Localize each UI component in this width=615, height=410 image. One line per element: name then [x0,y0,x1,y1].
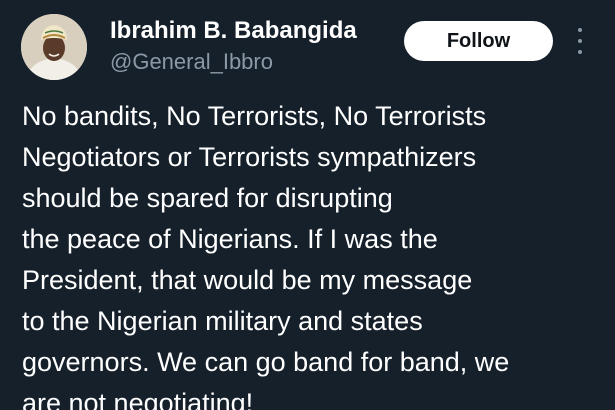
follow-button[interactable]: Follow [404,21,553,61]
avatar-image [21,14,87,80]
author-display-name[interactable]: Ibrahim B. Babangida [110,16,357,46]
tweet-text-line: President, that would be my message [22,265,473,295]
tweet-text-line: Negotiators or Terrorists sympathizers [22,142,477,172]
tweet-text-line: No bandits, No Terrorists, No Terrorists [22,101,487,131]
tweet-text-line: should be spared for disrupting [22,183,393,213]
more-dot [578,28,582,32]
tweet-text-line: to the Nigerian military and states [22,306,423,336]
tweet-text-line: the peace of Nigerians. If I was the [22,224,438,254]
tweet-card: Ibrahim B. Babangida @General_Ibbro Foll… [0,0,615,410]
more-dot [578,39,582,43]
avatar[interactable] [21,14,87,80]
more-vertical-icon[interactable] [570,28,590,54]
tweet-text: No bandits, No Terrorists, No Terrorists… [22,96,612,410]
more-dot [578,50,582,54]
tweet-text-line: governors. We can go band for band, we [22,347,510,377]
tweet-text-line: are not negotiating! [22,388,254,410]
author-handle[interactable]: @General_Ibbro [110,48,273,76]
